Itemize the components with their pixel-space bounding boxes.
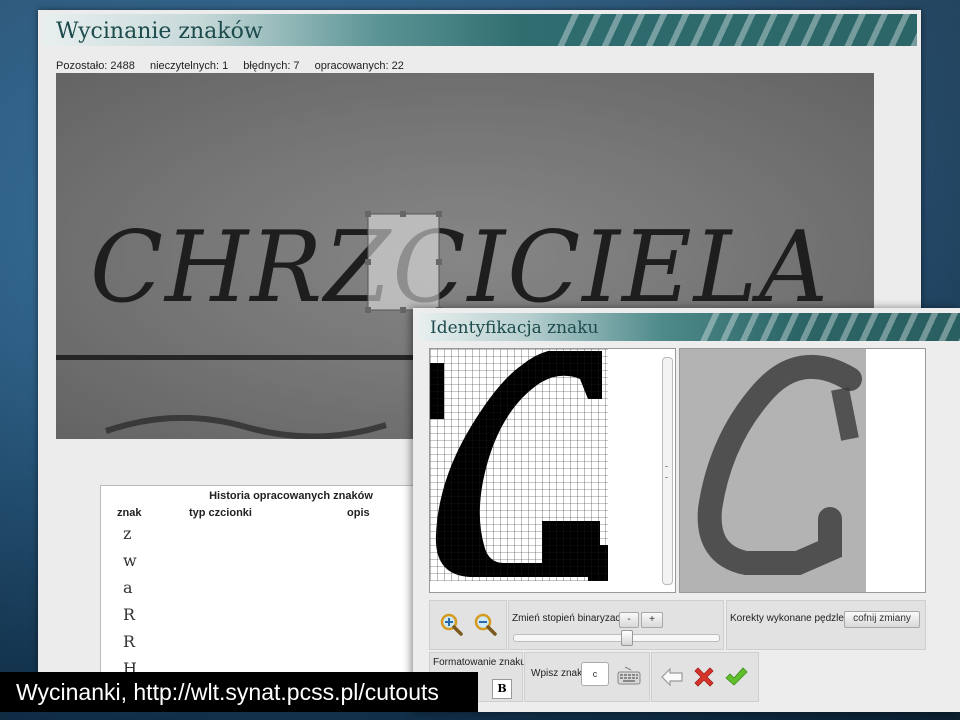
binarized-glyph-panel[interactable] xyxy=(429,348,676,593)
selection-handle[interactable] xyxy=(436,211,442,217)
actions-toolbox xyxy=(651,652,759,702)
zoom-toolbox xyxy=(429,600,507,650)
glyph-scrollbar[interactable] xyxy=(662,357,673,585)
original-glyph xyxy=(680,349,925,592)
zoom-in-icon[interactable] xyxy=(440,613,464,637)
stats-bar: Pozostało: 2488 nieczytelnych: 1 błędnyc… xyxy=(56,60,416,72)
original-glyph-panel xyxy=(679,348,926,593)
history-rows: z w a R R H xyxy=(123,524,137,676)
selection-box[interactable] xyxy=(365,211,442,313)
format-label: Formatowanie znaku: xyxy=(433,657,529,668)
binarized-glyph xyxy=(430,349,608,581)
history-row[interactable]: a xyxy=(123,578,137,605)
input-toolbox: Wpisz znak: c xyxy=(524,652,650,702)
caption-text: Wycinanki, http://wlt.synat.pcss.pl/cuto… xyxy=(16,679,439,705)
brush-toolbox: Korekty wykonane pędzlem cofnij zmiany xyxy=(726,600,926,650)
dialog-title-stripes xyxy=(700,313,960,341)
binarization-label: Zmień stopień binaryzacji xyxy=(512,613,625,624)
history-col-char: znak xyxy=(117,507,142,519)
history-panel: Historia opracowanych znaków znak typ cz… xyxy=(100,485,422,677)
stat-unreadable: nieczytelnych: 1 xyxy=(149,60,229,72)
stat-remaining: Pozostało: 2488 xyxy=(56,60,135,72)
selection-handle[interactable] xyxy=(436,259,442,265)
binarization-toolbox: Zmień stopień binaryzacji - + xyxy=(508,600,724,650)
history-row[interactable]: w xyxy=(123,551,137,578)
cutting-title: Wycinanie znaków xyxy=(56,19,263,44)
selection-handle[interactable] xyxy=(400,211,406,217)
selection-handle[interactable] xyxy=(365,211,371,217)
binarization-slider[interactable] xyxy=(513,630,720,646)
bold-button[interactable]: B xyxy=(492,679,512,699)
identification-dialog: Identyfikacja znaku Zmień stopień binary… xyxy=(413,308,960,712)
selection-handle[interactable] xyxy=(365,259,371,265)
glyph-scroll-thumb[interactable] xyxy=(665,466,668,478)
selection-handle[interactable] xyxy=(400,307,406,313)
history-row[interactable]: z xyxy=(123,524,137,551)
history-col-desc: opis xyxy=(347,507,370,519)
history-title: Historia opracowanych znaków xyxy=(209,490,373,502)
history-row[interactable]: R xyxy=(123,605,137,632)
stat-processed: opracowanych: 22 xyxy=(314,60,404,72)
arrow-left-icon[interactable] xyxy=(660,665,684,689)
dialog-title-bar: Identyfikacja znaku xyxy=(418,313,960,341)
binarization-slider-thumb[interactable] xyxy=(621,630,633,646)
binarization-plus-button[interactable]: + xyxy=(641,612,663,628)
dialog-title: Identyfikacja znaku xyxy=(430,318,599,338)
green-check-icon[interactable] xyxy=(724,665,748,689)
zoom-out-icon[interactable] xyxy=(474,613,498,637)
red-x-icon[interactable] xyxy=(692,665,716,689)
title-bar-stripes xyxy=(557,14,917,46)
brush-label: Korekty wykonane pędzlem xyxy=(730,613,853,624)
undo-changes-button[interactable]: cofnij zmiany xyxy=(844,611,920,628)
input-label: Wpisz znak: xyxy=(531,668,585,679)
history-col-font: typ czcionki xyxy=(189,507,252,519)
selection-handle[interactable] xyxy=(365,307,371,313)
char-input-field[interactable]: c xyxy=(581,662,609,686)
binarization-minus-button[interactable]: - xyxy=(619,612,639,628)
history-row[interactable]: R xyxy=(123,632,137,659)
cutting-title-bar: Wycinanie znaków xyxy=(42,14,917,46)
keyboard-icon[interactable] xyxy=(617,665,641,689)
caption-bar: Wycinanki, http://wlt.synat.pcss.pl/cuto… xyxy=(0,672,478,712)
stat-errors: błędnych: 7 xyxy=(243,60,300,72)
